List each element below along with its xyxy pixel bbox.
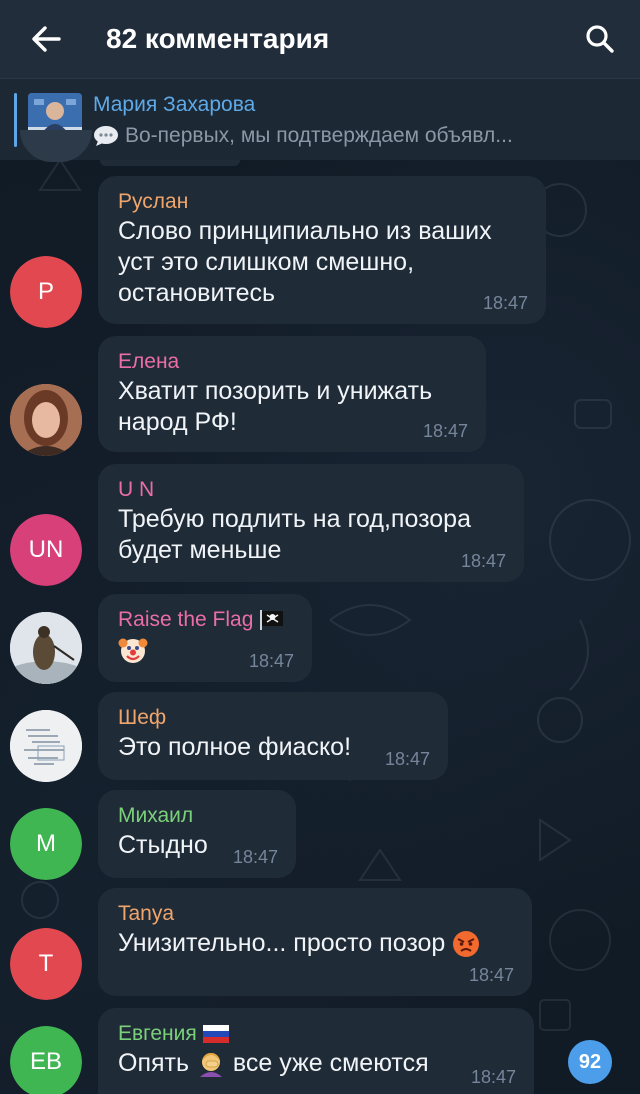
user-photo	[10, 384, 82, 456]
message-time: 18:47	[232, 847, 278, 867]
avatar[interactable]	[10, 710, 82, 782]
message-text-end: все уже смеются	[232, 1049, 429, 1077]
sender-name[interactable]: U N	[118, 476, 506, 504]
avatar[interactable]: Р	[10, 256, 82, 328]
russia-flag-icon	[202, 1025, 229, 1043]
sender-name[interactable]: Евгения	[118, 1020, 197, 1048]
arrow-left-icon	[32, 26, 61, 52]
message-bubble[interactable]: Tanya Унизительно... просто позор 18:47	[98, 888, 532, 996]
avatar-initials: Т	[10, 928, 82, 1000]
quote-bar	[14, 93, 17, 147]
post-author: Мария Захарова	[93, 93, 256, 116]
clown-face-icon	[118, 638, 148, 664]
sender-name[interactable]: Руслан	[118, 188, 528, 216]
sender-name-row: Евгения	[118, 1020, 516, 1048]
avatar-initials: М	[10, 808, 82, 880]
user-photo	[10, 710, 82, 782]
post-preview: Во-первых, мы подтверждаем объявл...	[93, 124, 513, 148]
sender-name[interactable]: Шеф	[118, 704, 430, 732]
top-app-bar: 82 комментария	[0, 0, 640, 78]
message-text: Унизительно... просто позор	[118, 929, 446, 957]
avatar[interactable]: М	[10, 808, 82, 880]
avatar[interactable]: UN	[10, 514, 82, 586]
message-text: Требую подлить на год,позора будет меньш…	[118, 505, 471, 564]
sender-name[interactable]: Tanya	[118, 900, 514, 928]
message-bubble[interactable]: Михаил Стыдно 18:47	[98, 790, 296, 878]
facepalm-emoji-icon	[199, 1053, 222, 1078]
message-bubble[interactable]: Евгения Опять все уже смеются 18:47	[98, 1008, 534, 1094]
message-time: 18:47	[468, 965, 514, 985]
message-time: 18:47	[384, 749, 430, 769]
message-time: 18:47	[460, 551, 506, 571]
message-bubble[interactable]: Елена Хватит позорить и унижать народ РФ…	[98, 336, 486, 452]
avatar[interactable]	[10, 612, 82, 684]
avatar[interactable]: Т	[10, 928, 82, 1000]
avatar-initials: UN	[10, 514, 82, 586]
avatar-initials: Р	[10, 256, 82, 328]
comment-bubble-icon	[94, 126, 118, 146]
user-photo	[10, 612, 82, 684]
original-post-header[interactable]: Мария Захарова Во-первых, мы подтверждае…	[0, 78, 640, 160]
message-text: Слово принципиально из ваших уст это сли…	[118, 217, 492, 307]
back-button[interactable]	[0, 0, 92, 78]
message-time: 18:47	[422, 421, 468, 441]
message-bubble[interactable]: Raise the Flag 18:47	[98, 594, 312, 682]
avatar[interactable]: ЕВ	[10, 1026, 82, 1094]
post-preview-text: Во-первых, мы подтверждаем объявл...	[125, 124, 513, 147]
page-title: 82 комментария	[106, 23, 330, 54]
message-bubble[interactable]: U N Требую подлить на год,позора будет м…	[98, 464, 524, 582]
message-text-start: Опять	[118, 1049, 189, 1077]
pirate-flag-icon	[260, 610, 284, 630]
message-time: 18:47	[470, 1067, 516, 1087]
message-text: Хватит позорить и унижать народ РФ!	[118, 377, 433, 436]
search-button[interactable]	[560, 0, 640, 78]
sender-name[interactable]: Елена	[118, 348, 468, 376]
message-text-row: Опять все уже смеются	[118, 1048, 516, 1079]
message-time: 18:47	[482, 293, 528, 313]
message-text-row: Унизительно... просто позор	[118, 928, 514, 959]
avatar-initials: ЕВ	[10, 1026, 82, 1094]
previous-message-edge	[100, 160, 240, 166]
sender-name-row: Raise the Flag	[118, 606, 294, 634]
angry-face-icon	[453, 931, 480, 958]
unread-count-badge[interactable]: 92	[568, 1040, 612, 1084]
message-text: Это полное фиаско!	[118, 733, 352, 761]
message-time: 18:47	[248, 651, 294, 671]
search-icon	[586, 25, 614, 53]
message-bubble[interactable]: Шеф Это полное фиаско! 18:47	[98, 692, 448, 780]
sender-name[interactable]: Михаил	[118, 802, 278, 830]
message-bubble[interactable]: Руслан Слово принципиально из ваших уст …	[98, 176, 546, 324]
sender-name[interactable]: Raise the Flag	[118, 606, 253, 634]
avatar[interactable]	[10, 384, 82, 456]
